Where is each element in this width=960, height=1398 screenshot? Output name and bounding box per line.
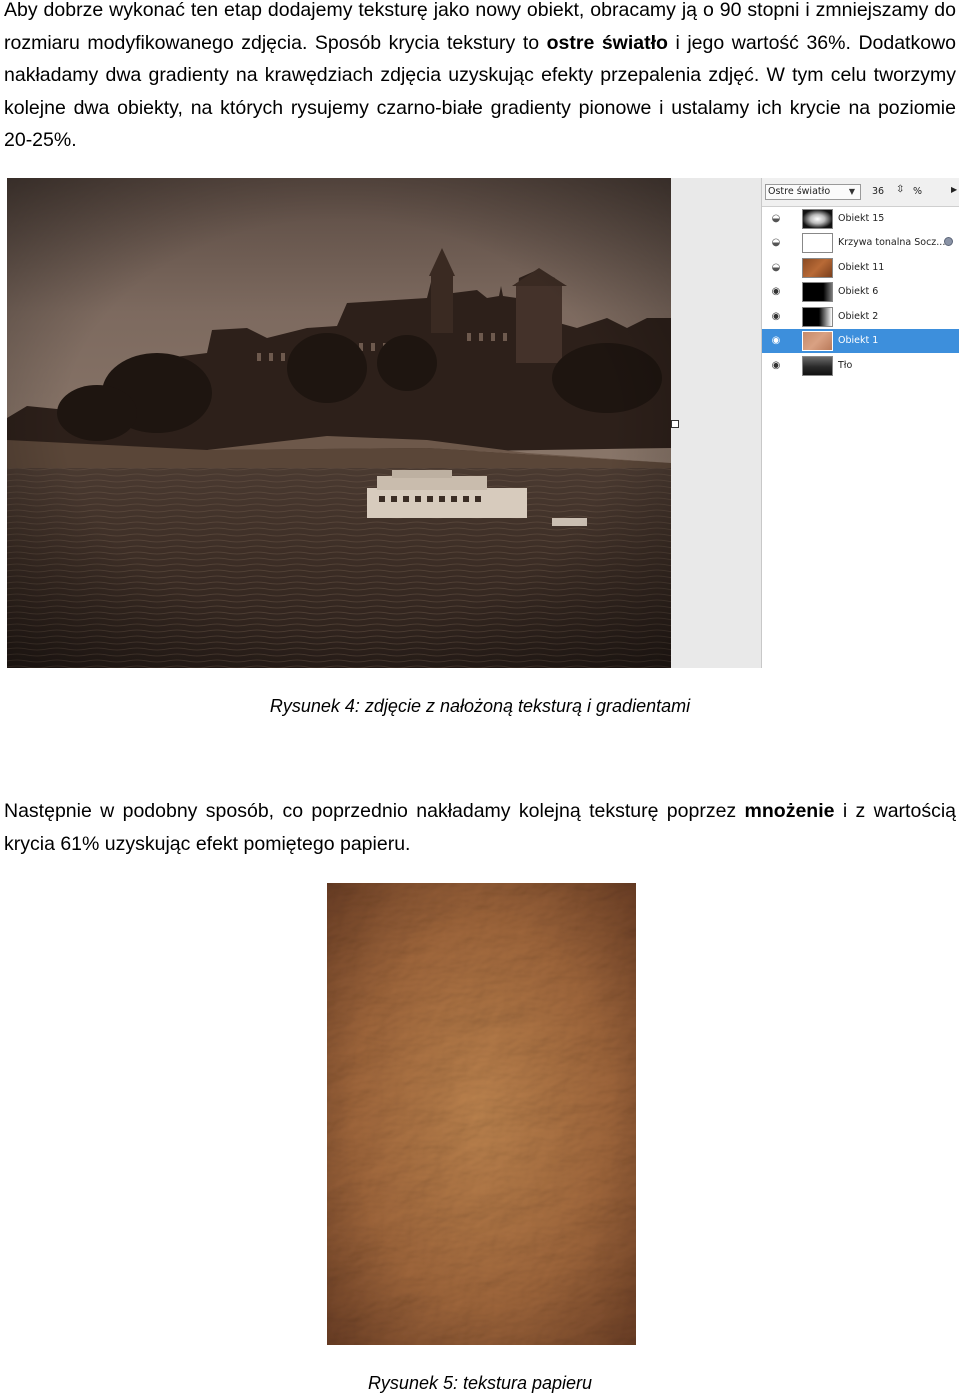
- eye-icon[interactable]: ◉: [770, 286, 782, 298]
- canvas-background: [671, 178, 761, 668]
- blend-mode-emphasis: ostre światło: [546, 31, 668, 54]
- layer-thumbnail: [802, 209, 833, 229]
- multiply-emphasis: mnożenie: [744, 800, 835, 822]
- layer-row[interactable]: ◒ Obiekt 11: [762, 256, 959, 280]
- eye-hidden-icon[interactable]: ◒: [770, 237, 782, 249]
- eye-hidden-icon[interactable]: ◒: [770, 213, 782, 225]
- layers-panel: Ostre światło ▼ 36 ⇳ % ▶ ◒ Obiekt 15 ◒ K…: [761, 178, 959, 668]
- layer-name: Obiekt 6: [838, 286, 879, 297]
- layer-thumbnail: [802, 356, 833, 376]
- opacity-input[interactable]: 36: [872, 186, 884, 197]
- chevron-down-icon[interactable]: ▼: [846, 186, 858, 198]
- crumpled-paper-texture: [327, 883, 636, 1345]
- eye-icon[interactable]: ◉: [770, 335, 782, 347]
- paragraph-texture-overlay: Aby dobrze wykonać ten etap dodajemy tek…: [4, 0, 956, 157]
- layers-panel-toolbar: Ostre światło ▼ 36 ⇳ % ▶: [762, 178, 959, 207]
- figure-5-caption: Rysunek 5: tekstura papieru: [367, 1373, 593, 1393]
- layer-row[interactable]: ◒ Krzywa tonalna Socz....: [762, 231, 959, 255]
- percent-label: %: [913, 186, 923, 197]
- layer-thumbnail: [802, 258, 833, 278]
- layer-row[interactable]: ◉ Obiekt 2: [762, 305, 959, 329]
- eye-icon[interactable]: ◉: [770, 360, 782, 372]
- panel-menu-icon[interactable]: ▶: [951, 185, 957, 194]
- layer-row-selected[interactable]: ◉ Obiekt 1: [762, 329, 959, 353]
- blend-mode-value: Ostre światło: [768, 186, 831, 197]
- layer-row[interactable]: ◒ Obiekt 15: [762, 207, 959, 231]
- figure-4-caption: Rysunek 4: zdjęcie z nałożoną teksturą i…: [269, 696, 691, 716]
- layer-name: Obiekt 2: [838, 311, 879, 322]
- figure-4: Ostre światło ▼ 36 ⇳ % ▶ ◒ Obiekt 15 ◒ K…: [7, 178, 959, 668]
- adjustment-icon: [944, 237, 953, 246]
- layer-name: Obiekt 1: [838, 335, 879, 346]
- layer-name: Obiekt 11: [838, 262, 885, 273]
- eye-hidden-icon[interactable]: ◒: [770, 262, 782, 274]
- layer-thumbnail: [802, 331, 833, 351]
- layer-thumbnail: [802, 233, 833, 253]
- layer-row[interactable]: ◉ Obiekt 6: [762, 280, 959, 304]
- paragraph-multiply-texture: Następnie w podobny sposób, co poprzedni…: [4, 795, 956, 860]
- layer-thumbnail: [802, 307, 833, 327]
- sepia-castle-photo: [7, 178, 671, 668]
- layer-name: Obiekt 15: [838, 213, 885, 224]
- resize-handle[interactable]: [671, 420, 679, 428]
- layer-row[interactable]: ◉ Tło: [762, 354, 959, 378]
- stepper-arrows-icon[interactable]: ⇳: [896, 184, 904, 195]
- paragraph2-text-start: Następnie w podobny sposób, co poprzedni…: [4, 800, 745, 822]
- layer-name: Tło: [838, 360, 853, 371]
- layer-name: Krzywa tonalna Socz....: [838, 237, 949, 248]
- layer-thumbnail: [802, 282, 833, 302]
- blend-mode-select[interactable]: Ostre światło ▼: [765, 184, 861, 200]
- eye-icon[interactable]: ◉: [770, 311, 782, 323]
